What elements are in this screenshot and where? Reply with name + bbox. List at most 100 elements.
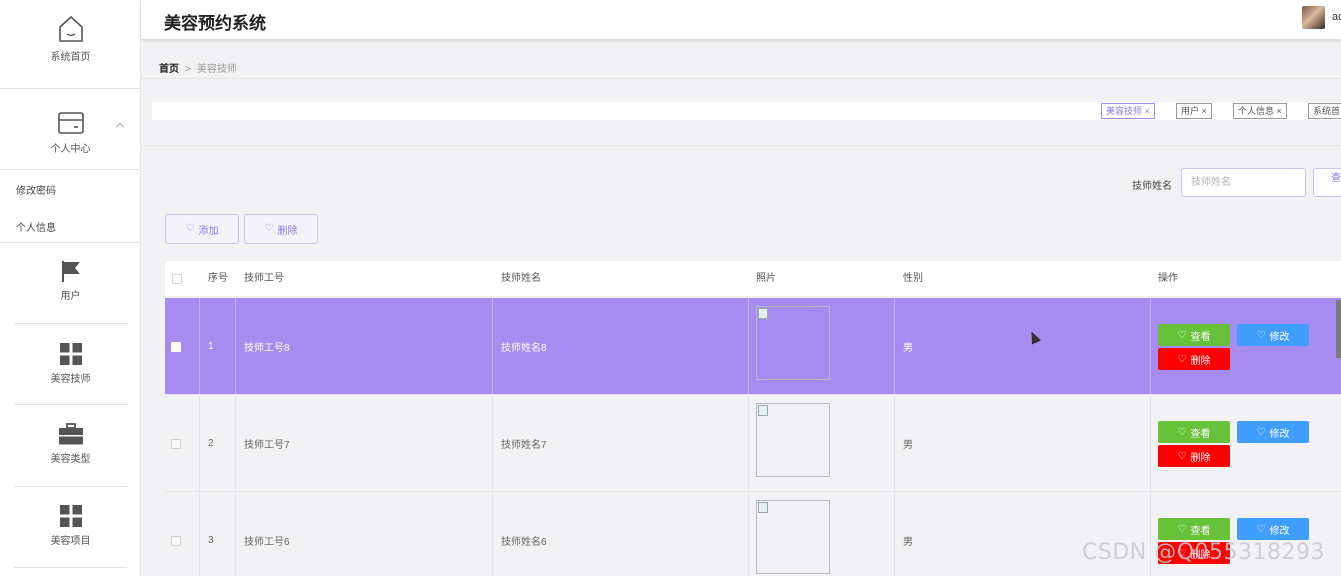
column-header: 操作 [1158, 273, 1178, 284]
broken-image-icon [758, 405, 768, 416]
divider [14, 486, 127, 487]
heart-icon: ♡ [1177, 523, 1187, 535]
tag-home[interactable]: 系统首 [1308, 103, 1341, 119]
delete-button-label: 删除 [1190, 452, 1211, 464]
breadcrumb-separator: > [185, 64, 191, 75]
sidebar-item-personal[interactable]: 个人中心 [0, 110, 141, 155]
row-checkbox[interactable] [171, 438, 181, 449]
close-icon[interactable]: × [1145, 106, 1150, 116]
heart-icon: ♡ [1177, 329, 1187, 341]
column-divider [492, 395, 493, 492]
tag-user[interactable]: 用户 × [1176, 103, 1212, 119]
sidebar-item-user[interactable]: 用户 [0, 259, 141, 302]
column-divider [199, 492, 200, 576]
sidebar-item-label: 用户 [60, 291, 81, 302]
flag-icon [61, 261, 80, 282]
delete-button[interactable]: ♡ 删除 [244, 214, 318, 244]
row-delete-button[interactable]: ♡ 删除 [1158, 445, 1230, 467]
column-header: 序号 [208, 273, 228, 284]
tags-bar [152, 102, 1341, 120]
column-divider [199, 395, 200, 492]
edit-button[interactable]: ♡ 修改 [1237, 421, 1309, 443]
row-index: 1 [208, 341, 214, 352]
watermark: CSDN @Q055318293 [1082, 540, 1326, 565]
row-checkbox[interactable] [171, 341, 181, 352]
technician-photo [756, 403, 830, 477]
add-button-label: 添加 [198, 225, 219, 237]
sidebar-item-project[interactable]: 美容项目 [0, 504, 141, 547]
sidebar-subitem-change-password[interactable]: 修改密码 [16, 182, 56, 197]
scrollbar-thumb[interactable] [1336, 300, 1341, 358]
heart-icon: ♡ [185, 223, 195, 234]
edit-button[interactable]: ♡ 修改 [1237, 324, 1309, 346]
sidebar-item-label: 个人中心 [50, 144, 91, 155]
close-icon[interactable]: × [1202, 106, 1207, 116]
column-divider [894, 492, 895, 576]
table-row[interactable]: 2 技师工号7 技师姓名7 男 ♡ 查看 ♡ 修改 ♡ 删除 [165, 395, 1341, 492]
column-divider [894, 395, 895, 492]
breadcrumb-home[interactable]: 首页 [159, 64, 179, 75]
table-header: 序号 技师工号 技师姓名 照片 性别 操作 [165, 261, 1341, 297]
sidebar-item-label: 系统首页 [50, 52, 91, 63]
tag-technician[interactable]: 美容技师 × [1101, 103, 1155, 119]
heart-icon: ♡ [1256, 523, 1266, 535]
column-divider [894, 298, 895, 395]
add-button[interactable]: ♡ 添加 [165, 214, 239, 244]
tag-label: 系统首 [1313, 106, 1341, 116]
avatar[interactable] [1302, 6, 1325, 29]
grid-icon [59, 343, 82, 365]
heart-icon: ♡ [1256, 426, 1266, 438]
heart-icon: ♡ [1256, 329, 1266, 341]
heart-icon: ♡ [264, 223, 274, 234]
divider [14, 567, 127, 568]
tag-personal-info[interactable]: 个人信息 × [1233, 103, 1287, 119]
row-checkbox[interactable] [171, 535, 181, 546]
row-name: 技师姓名6 [501, 537, 547, 548]
column-divider [492, 492, 493, 576]
select-all-checkbox[interactable] [172, 274, 182, 284]
briefcase-icon [58, 423, 83, 445]
divider [14, 323, 127, 324]
divider [0, 242, 141, 243]
row-checkbox-cell [171, 492, 181, 576]
search-button[interactable]: 查 [1313, 168, 1341, 197]
search-input[interactable] [1181, 168, 1306, 197]
sidebar-item-label: 美容类型 [50, 454, 91, 465]
divider [141, 78, 1341, 79]
close-icon[interactable]: × [1277, 106, 1282, 116]
column-header: 照片 [756, 273, 776, 284]
breadcrumb-current: 美容技师 [196, 64, 237, 75]
heart-icon: ♡ [1177, 450, 1187, 462]
view-button-label: 查看 [1190, 331, 1211, 343]
username[interactable]: ac [1332, 11, 1341, 23]
row-gender: 男 [903, 343, 913, 354]
row-index: 2 [208, 438, 214, 449]
sidebar-subitem-personal-info[interactable]: 个人信息 [16, 219, 56, 234]
column-divider [748, 492, 749, 576]
broken-image-icon [758, 502, 768, 513]
table-row[interactable]: 1 技师工号8 技师姓名8 男 ♡ 查看 ♡ 修改 ♡ 删除 [165, 298, 1341, 395]
sidebar-item-type[interactable]: 美容类型 [0, 422, 141, 465]
view-button[interactable]: ♡ 查看 [1158, 324, 1230, 346]
view-button[interactable]: ♡ 查看 [1158, 518, 1230, 540]
view-button[interactable]: ♡ 查看 [1158, 421, 1230, 443]
delete-button-label: 删除 [277, 225, 298, 237]
app-title: 美容预约系统 [164, 14, 266, 33]
column-divider [492, 298, 493, 395]
sidebar-item-home[interactable]: 系统首页 [0, 14, 141, 63]
breadcrumb: 首页 > 美容技师 [159, 60, 237, 75]
tag-label: 个人信息 [1238, 106, 1275, 116]
edit-button-label: 修改 [1269, 331, 1290, 343]
broken-image-icon [758, 308, 768, 319]
column-divider [235, 492, 236, 576]
divider [0, 88, 141, 89]
search-label: 技师姓名 [1132, 181, 1172, 192]
row-delete-button[interactable]: ♡ 删除 [1158, 348, 1230, 370]
sidebar-item-label: 美容技师 [50, 374, 91, 385]
tag-label: 用户 [1181, 106, 1200, 116]
column-divider [1150, 298, 1151, 395]
row-gender: 男 [903, 537, 913, 548]
card-icon [57, 112, 84, 134]
sidebar-item-technician[interactable]: 美容技师 [0, 342, 141, 385]
edit-button[interactable]: ♡ 修改 [1237, 518, 1309, 540]
